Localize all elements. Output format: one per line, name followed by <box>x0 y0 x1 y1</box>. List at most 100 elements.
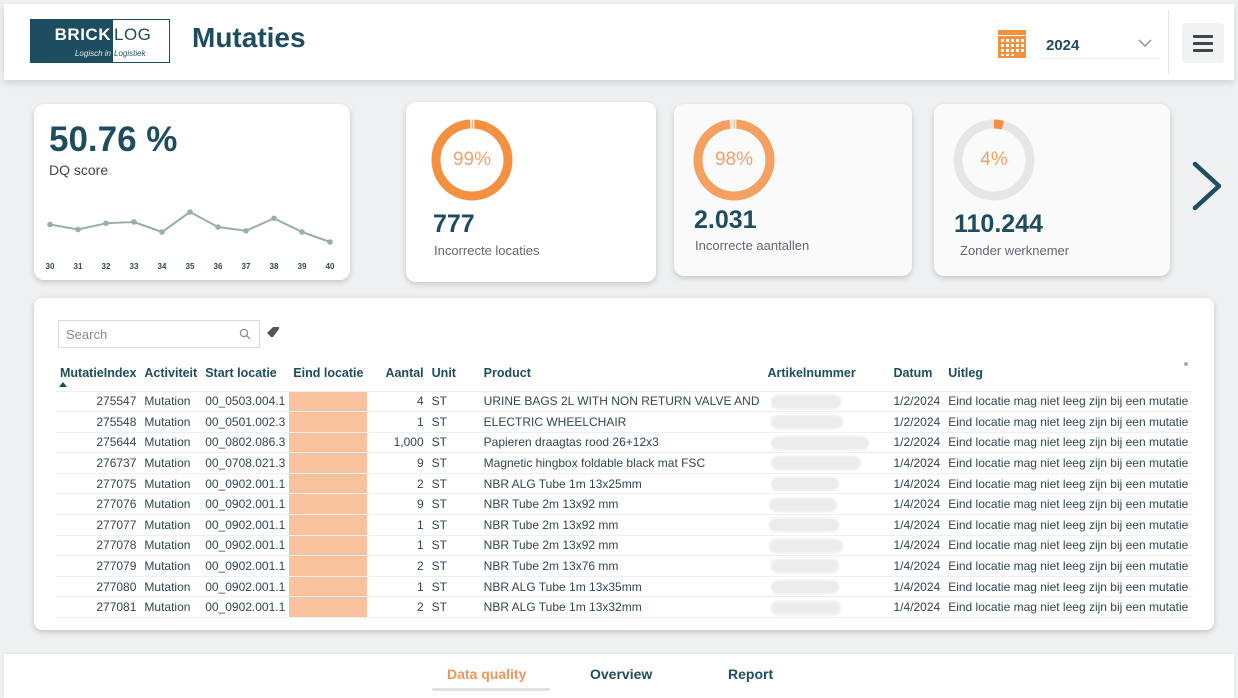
x-tick-label: 38 <box>270 262 279 271</box>
cell-activiteit: Mutation <box>140 514 202 536</box>
cell-aantal: 9 <box>367 452 428 474</box>
sparkline-point[interactable] <box>243 227 249 234</box>
cell-start-locatie: 00_0802.086.3 <box>201 432 290 454</box>
table-row[interactable]: 277077 Mutation 00_0902.001.1 1 ST NBR Tube 2… <box>56 514 1193 536</box>
cell-uitleg: Eind locatie mag niet leeg zijn bij een … <box>944 432 1193 454</box>
cell-unit: ST <box>427 452 480 474</box>
search-input[interactable] <box>59 321 229 347</box>
cell-product: NBR ALG Tube 1m 13x35mm <box>479 576 764 598</box>
cell-activiteit: Mutation <box>140 411 202 433</box>
cell-activiteit: Mutation <box>140 391 202 413</box>
page-title: Mutaties <box>192 22 306 53</box>
table-row[interactable]: 276737 Mutation 00_0708.021.3 9 ST Magnetic h… <box>56 452 1193 474</box>
column-header-unit[interactable]: Unit <box>427 364 480 392</box>
sparkline-point[interactable] <box>103 220 109 227</box>
x-tick-label: 31 <box>74 262 83 271</box>
redacted-value <box>769 497 838 512</box>
cell-activiteit: Mutation <box>140 576 202 598</box>
dq-score-card: 50.76 % DQ score 30 31 32 33 34 35 36 37 38 39 40 <box>34 104 350 280</box>
sparkline-point[interactable] <box>271 215 277 222</box>
cell-mutatieindex: 277077 <box>56 514 141 536</box>
cell-artikelnummer <box>763 535 890 557</box>
cell-product: NBR Tube 2m 13x92 mm <box>479 514 764 536</box>
cell-datum: 1/4/2024 <box>889 514 945 536</box>
cell-artikelnummer <box>763 576 890 598</box>
column-header-activiteit[interactable]: Activiteit <box>140 364 202 392</box>
table-row[interactable]: 277076 Mutation 00_0902.001.1 9 ST NBR Tube 2… <box>56 493 1193 516</box>
table-row[interactable]: 277078 Mutation 00_0902.001.1 1 ST NBR Tube 2… <box>56 535 1193 557</box>
sparkline-point[interactable] <box>299 229 305 235</box>
cell-aantal: 2 <box>367 555 428 577</box>
column-header-datum[interactable]: Datum <box>889 364 945 392</box>
sparkline-point[interactable] <box>327 239 333 245</box>
cell-datum: 1/2/2024 <box>889 411 945 433</box>
cell-eind-locatie <box>289 576 368 598</box>
column-header-eind-locatie[interactable]: Eind locatie <box>289 364 368 392</box>
cell-product: NBR ALG Tube 1m 13x25mm <box>479 473 764 495</box>
column-header-artikelnummer[interactable]: Artikelnummer <box>763 364 890 392</box>
eraser-icon[interactable] <box>266 326 280 338</box>
kpi-label: Incorrecte locaties <box>434 243 540 258</box>
table-row[interactable]: 277080 Mutation 00_0902.001.1 1 ST NBR ALG Tu… <box>56 576 1193 598</box>
hamburger-menu-icon <box>1193 34 1213 38</box>
cell-activiteit: Mutation <box>140 452 202 474</box>
cell-start-locatie: 00_0902.001.1 <box>201 473 290 495</box>
sparkline-point[interactable] <box>215 224 221 230</box>
column-header-uitleg[interactable]: Uitleg <box>944 364 1193 392</box>
logo-brick-text: BRICK <box>54 25 111 44</box>
column-header-aantal[interactable]: Aantal <box>367 364 428 392</box>
table-row[interactable]: 277081 Mutation 00_0902.001.1 2 ST NBR ALG Tu… <box>56 596 1193 619</box>
x-tick-label: 37 <box>242 262 251 271</box>
cell-product: URINE BAGS 2L WITH NON RETURN VALVE AND <box>479 391 764 413</box>
cell-datum: 1/4/2024 <box>889 473 945 495</box>
cell-start-locatie: 00_0902.001.1 <box>201 514 290 536</box>
cell-uitleg: Eind locatie mag niet leeg zijn bij een … <box>944 576 1193 598</box>
sparkline-point[interactable] <box>159 229 165 235</box>
cell-unit: ST <box>427 493 480 516</box>
cell-aantal: 2 <box>367 596 428 619</box>
table-row[interactable]: 277075 Mutation 00_0902.001.1 2 ST NBR ALG Tu… <box>56 473 1193 495</box>
cell-product: ELECTRIC WHEELCHAIR <box>479 411 764 433</box>
cell-mutatieindex: 275548 <box>56 411 141 433</box>
cell-mutatieindex: 277080 <box>56 576 141 598</box>
cell-artikelnummer <box>763 493 890 516</box>
sparkline-point[interactable] <box>75 226 81 233</box>
table-row[interactable]: 275548 Mutation 00_0501.002.3 1 ST ELECTRIC W… <box>56 411 1193 433</box>
cell-uitleg: Eind locatie mag niet leeg zijn bij een … <box>944 473 1193 495</box>
kpi-value: 2.031 <box>694 206 757 234</box>
cell-aantal: 1 <box>367 535 428 557</box>
cell-uitleg: Eind locatie mag niet leeg zijn bij een … <box>944 391 1193 413</box>
sparkline-point[interactable] <box>131 219 137 225</box>
cell-artikelnummer <box>763 514 890 536</box>
sparkline-point[interactable] <box>47 221 53 228</box>
sparkline-point[interactable] <box>187 209 193 215</box>
tab-overview[interactable]: Overview <box>590 666 652 682</box>
redacted-value <box>769 518 840 533</box>
search-box[interactable] <box>58 320 260 348</box>
table-row[interactable]: 275547 Mutation 00_0503.004.1 4 ST URINE BAGS… <box>56 391 1193 413</box>
cell-unit: ST <box>427 576 480 598</box>
cell-product: NBR Tube 2m 13x92 mm <box>479 535 764 557</box>
tab-data-quality[interactable]: Data quality <box>447 666 526 682</box>
cell-eind-locatie <box>289 596 368 619</box>
tab-report[interactable]: Report <box>728 666 773 682</box>
cell-eind-locatie <box>289 452 368 474</box>
dq-score-value: 50.76 % <box>49 120 178 159</box>
cell-unit: ST <box>427 473 480 495</box>
x-tick-label: 39 <box>298 262 307 271</box>
column-header-product[interactable]: Product <box>479 364 764 392</box>
table-row[interactable]: 277079 Mutation 00_0902.001.1 2 ST NBR Tube 2… <box>56 555 1193 577</box>
hamburger-menu-button[interactable] <box>1182 23 1224 63</box>
table-header-row: MutatieIndex Activiteit Start locatie Ei… <box>56 364 1193 392</box>
year-dropdown[interactable]: 2024 <box>1040 32 1160 59</box>
column-header-mutatieindex[interactable]: MutatieIndex <box>56 364 141 392</box>
cell-mutatieindex: 276737 <box>56 452 141 474</box>
cell-start-locatie: 00_0503.004.1 <box>201 391 290 413</box>
cell-eind-locatie <box>289 473 368 495</box>
chevron-right-icon[interactable] <box>1186 158 1226 214</box>
cell-eind-locatie <box>289 493 368 516</box>
redacted-value <box>771 580 840 595</box>
cell-artikelnummer <box>763 432 890 454</box>
column-header-start-locatie[interactable]: Start locatie <box>201 364 290 392</box>
table-row[interactable]: 275644 Mutation 00_0802.086.3 1,000 ST Papier… <box>56 432 1193 454</box>
